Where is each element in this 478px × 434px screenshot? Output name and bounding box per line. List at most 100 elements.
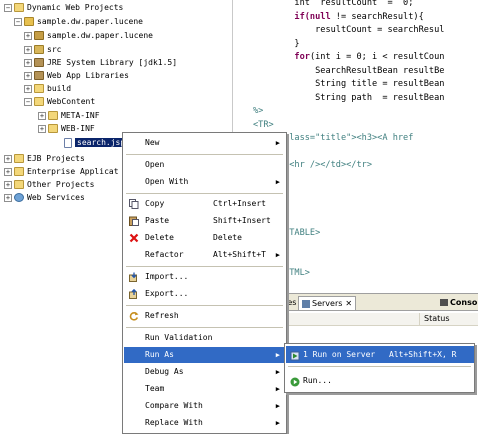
tree-item-label: Other Projects <box>27 180 95 189</box>
tree-item[interactable]: + EJB Projects <box>4 153 85 165</box>
folder-icon <box>48 111 58 120</box>
menu-item-run[interactable]: Run... <box>286 372 474 389</box>
menu-item-compare-with[interactable]: Compare With ▶ <box>124 398 286 414</box>
code-text: } <box>294 38 300 49</box>
collapse-icon[interactable]: − <box>4 3 12 12</box>
run-on-server-shortcut: Alt+Shift+X, R <box>389 350 457 359</box>
menu-item-run-on-server[interactable]: 1 Run on Server Alt+Shift+X, R <box>286 346 474 363</box>
menu-item-new[interactable]: New ▶ <box>124 135 286 151</box>
menu-item-shortcut: Ctrl+Insert <box>213 199 266 208</box>
menu-item-run-validation[interactable]: Run Validation <box>124 330 286 346</box>
tree-item-label: EJB Projects <box>27 154 85 163</box>
expand-icon[interactable]: + <box>24 45 32 54</box>
enterprise-applications-icon <box>14 167 24 176</box>
code-text: %> <box>253 106 264 116</box>
menu-item-import[interactable]: Import... <box>124 269 286 285</box>
context-menu: New ▶ Open Open With ▶ Copy Ctrl+Insert Paste Sh… <box>122 132 287 434</box>
run-as-submenu: 1 Run on Server Alt+Shift+X, R Run... <box>284 343 475 393</box>
menu-item-label: Copy <box>145 199 165 208</box>
code-text: != searchResult){ <box>330 11 424 22</box>
import-icon <box>129 272 139 282</box>
submenu-arrow-icon: ▶ <box>275 385 280 393</box>
tree-item[interactable]: + sample.dw.paper.lucene <box>24 30 153 42</box>
tree-item[interactable]: + Enterprise Applicat <box>4 166 119 178</box>
tree-item[interactable]: − sample.dw.paper.lucene <box>14 16 143 28</box>
menu-item-open[interactable]: Open <box>124 157 286 173</box>
menu-item-paste[interactable]: Paste Shift+Insert <box>124 213 286 229</box>
code-line: <TR> <box>253 119 274 132</box>
tab-console[interactable]: Console <box>437 296 478 310</box>
menu-item-open-with[interactable]: Open With ▶ <box>124 174 286 190</box>
tree-item[interactable]: + src <box>24 44 61 56</box>
tree-item[interactable]: + WEB-INF <box>38 123 95 135</box>
submenu-arrow-icon: ▶ <box>275 402 280 410</box>
close-icon[interactable]: ✕ <box>345 299 352 308</box>
menu-item-delete[interactable]: Delete Delete <box>124 230 286 246</box>
tree-item[interactable]: + Web App Libraries <box>24 70 129 82</box>
collapse-icon[interactable]: − <box>14 17 22 26</box>
menu-item-shortcut: Shift+Insert <box>213 216 271 225</box>
expand-icon[interactable]: + <box>38 124 46 133</box>
servers-icon <box>302 299 310 308</box>
expand-icon[interactable]: + <box>4 167 12 176</box>
collapse-icon[interactable]: − <box>24 97 32 106</box>
tree-item-label: Dynamic Web Projects <box>27 3 124 12</box>
tree-item[interactable]: − WebContent <box>24 96 95 108</box>
expand-icon[interactable]: + <box>24 58 32 67</box>
copy-icon <box>129 199 139 209</box>
expand-icon[interactable]: + <box>24 31 32 40</box>
tab-servers[interactable]: Servers ✕ <box>298 296 357 310</box>
tree-item[interactable]: + build <box>24 83 71 95</box>
expand-icon[interactable]: + <box>4 180 12 189</box>
menu-separator <box>126 193 283 194</box>
menu-item-refactor[interactable]: Refactor Alt+Shift+T ▶ <box>124 247 286 263</box>
menu-item-label: Paste <box>145 216 170 225</box>
expand-icon[interactable]: + <box>4 193 12 202</box>
submenu-arrow-icon: ▶ <box>275 139 280 147</box>
tree-item[interactable]: + Other Projects <box>4 179 94 191</box>
web-services-icon <box>14 193 24 202</box>
library-icon <box>34 71 44 80</box>
code-text: String path = resultBean <box>315 92 445 103</box>
submenu-arrow-icon: ▶ <box>275 178 280 186</box>
expand-icon[interactable]: + <box>4 154 12 163</box>
tree-item-label: WebContent <box>47 97 96 106</box>
expand-icon[interactable]: + <box>24 71 32 80</box>
menu-item-replace-with[interactable]: Replace With ▶ <box>124 415 286 431</box>
run-on-server-label: 1 Run on Server <box>303 350 376 359</box>
menu-item-label: Refactor <box>145 250 184 259</box>
menu-item-shortcut: Alt+Shift+T <box>213 250 266 259</box>
tree-item[interactable]: + Web Services <box>4 192 85 204</box>
menu-item-copy[interactable]: Copy Ctrl+Insert <box>124 196 286 212</box>
tree-item[interactable]: − Dynamic Web Projects <box>4 2 123 14</box>
code-line: %> <box>253 105 263 118</box>
tree-item[interactable]: + JRE System Library [jdk1.5] <box>24 57 177 69</box>
menu-item-debug-as[interactable]: Debug As ▶ <box>124 364 286 380</box>
menu-item-refresh[interactable]: Refresh <box>124 308 286 324</box>
menu-item-team[interactable]: Team ▶ <box>124 381 286 397</box>
menu-separator <box>126 266 283 267</box>
code-text: SearchResultBean resultBe <box>315 65 445 76</box>
delete-icon <box>129 233 139 243</box>
code-keyword: for <box>294 52 310 62</box>
tree-item[interactable]: search.jsp <box>52 137 128 149</box>
web-project-icon <box>24 17 34 26</box>
code-line: SearchResultBean resultBe <box>253 65 444 78</box>
submenu-arrow-icon: ▶ <box>275 419 280 427</box>
expand-icon[interactable]: + <box>38 111 46 120</box>
menu-item-export[interactable]: Export... <box>124 286 286 302</box>
expand-icon[interactable]: + <box>24 84 32 93</box>
tab-servers-label: Servers <box>312 299 343 308</box>
status-column-header[interactable]: Status <box>419 313 450 326</box>
code-line: } <box>253 38 300 51</box>
menu-item-shortcut: Delete <box>213 233 242 242</box>
tree-item[interactable]: + META-INF <box>38 110 100 122</box>
paste-icon <box>129 216 139 226</box>
run-label: Run... <box>303 376 332 385</box>
menu-item-run-as[interactable]: Run As ▶ <box>124 347 286 363</box>
